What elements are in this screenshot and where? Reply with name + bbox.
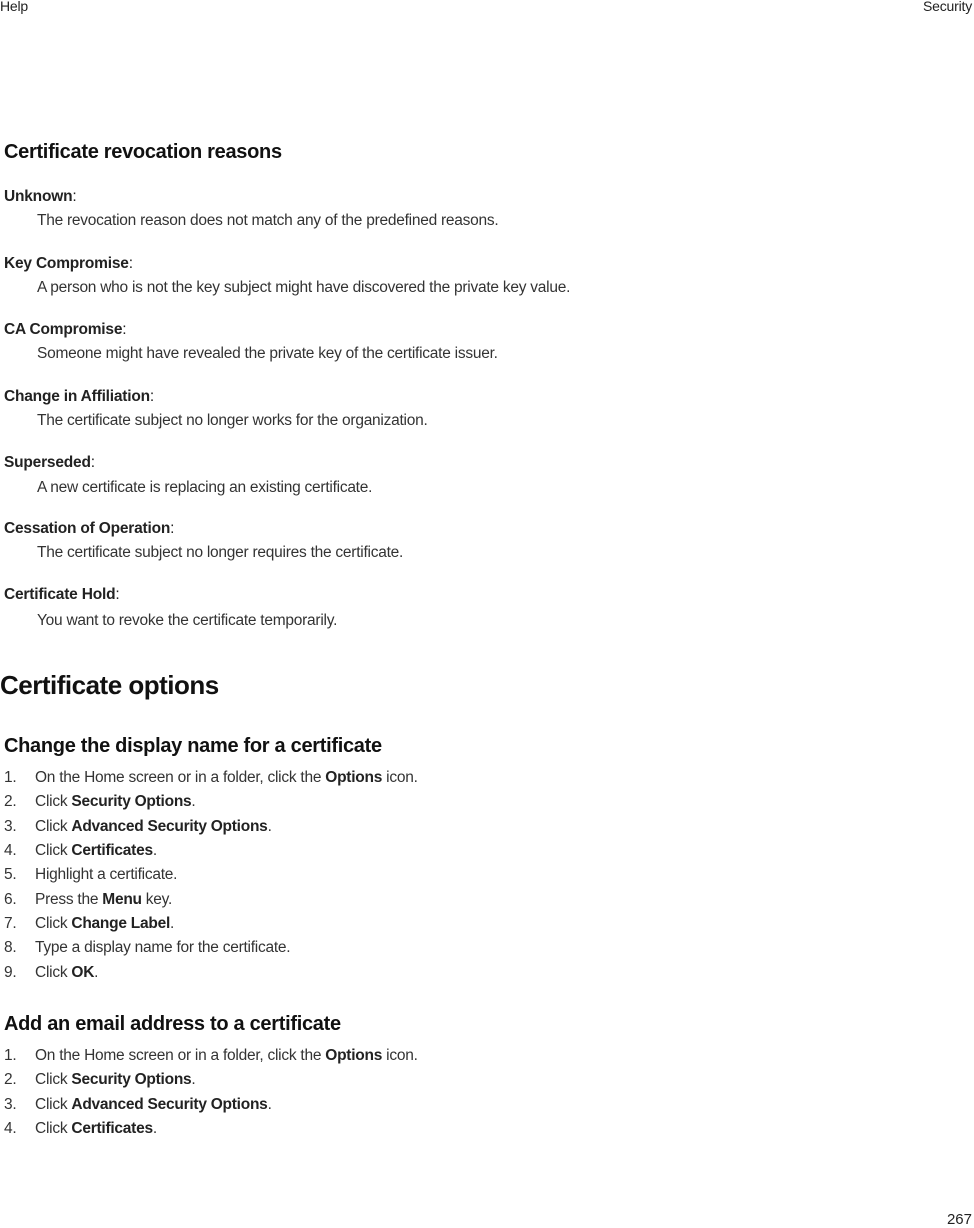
step-text: key. [141, 891, 173, 908]
step-number: 2. [4, 1071, 17, 1088]
step-item: 3. Click Advanced Security Options. [4, 818, 272, 836]
term-colon: : [72, 188, 77, 205]
step-number: 4. [4, 1120, 17, 1137]
term-colon: : [122, 321, 127, 338]
step-text: Click [35, 842, 72, 859]
step-ui-label: Change Label [71, 915, 171, 932]
page-number: 267 [946, 1211, 972, 1228]
change-display-name-heading: Change the display name for a certificat… [4, 735, 382, 757]
step-text: Click [35, 1096, 72, 1113]
term-change-in-affiliation: Change in Affiliation: [4, 388, 154, 406]
step-item: 2. Click Security Options. [4, 793, 196, 811]
step-item: 2. Click Security Options. [4, 1071, 196, 1089]
definition-ca-compromise: Someone might have revealed the private … [37, 345, 498, 362]
term-colon: : [170, 520, 175, 537]
step-ui-label: Security Options [71, 1071, 192, 1088]
step-item: 4. Click Certificates. [4, 842, 157, 860]
term-colon: : [90, 454, 95, 471]
term-unknown: Unknown: [4, 188, 77, 206]
definition-unknown: The revocation reason does not match any… [37, 212, 499, 229]
step-text: Press the [35, 891, 103, 908]
step-text: Click [35, 818, 72, 835]
definition-certificate-hold: You want to revoke the certificate tempo… [37, 612, 338, 629]
term-superseded: Superseded: [4, 454, 95, 472]
header-section-help: Help [0, 0, 28, 14]
step-number: 5. [4, 866, 17, 883]
step-item: 6. Press the Menu key. [4, 891, 172, 909]
step-ui-label: Advanced Security Options [71, 818, 268, 835]
term-key-compromise: Key Compromise: [4, 255, 133, 273]
step-item: 8. Type a display name for the certificat… [4, 939, 291, 957]
term-label: Superseded [4, 454, 91, 471]
step-text: . [170, 915, 175, 932]
step-number: 8. [4, 939, 17, 956]
step-text: Click [35, 1120, 72, 1137]
certificate-options-heading: Certificate options [0, 670, 219, 700]
step-item: 1. On the Home screen or in a folder, cli… [4, 1047, 418, 1065]
step-ui-label: Certificates [71, 1120, 153, 1137]
step-number: 2. [4, 793, 17, 810]
step-text: Type a display name for the certificate. [35, 939, 291, 956]
term-label: Certificate Hold [4, 586, 116, 603]
step-item: 9. Click OK. [4, 964, 98, 982]
term-colon: : [115, 586, 120, 603]
step-text: Click [35, 1071, 72, 1088]
step-ui-label: Certificates [71, 842, 153, 859]
definition-key-compromise: A person who is not the key subject migh… [37, 279, 571, 296]
term-colon: : [128, 255, 133, 272]
step-item: 7. Click Change Label. [4, 915, 174, 933]
term-label: CA Compromise [4, 321, 123, 338]
revocation-reasons-heading: Certificate revocation reasons [4, 141, 282, 163]
term-label: Change in Affiliation [4, 388, 150, 405]
step-ui-label: Security Options [71, 793, 192, 810]
step-number: 1. [4, 1047, 17, 1064]
step-text: . [191, 793, 196, 810]
definition-cessation-of-operation: The certificate subject no longer requir… [37, 544, 404, 561]
definition-superseded: A new certificate is replacing an existi… [37, 479, 373, 496]
step-item: 3. Click Advanced Security Options. [4, 1096, 272, 1114]
step-text: icon. [382, 769, 418, 786]
step-text: On the Home screen or in a folder, click… [35, 769, 326, 786]
step-number: 4. [4, 842, 17, 859]
step-text: icon. [382, 1047, 418, 1064]
step-item: 4. Click Certificates. [4, 1120, 157, 1138]
step-text: Click [35, 915, 72, 932]
step-number: 1. [4, 769, 17, 786]
step-text: . [152, 842, 157, 859]
definition-change-in-affiliation: The certificate subject no longer works … [37, 412, 428, 429]
step-ui-label: OK [71, 964, 95, 981]
step-text: On the Home screen or in a folder, click… [35, 1047, 326, 1064]
term-colon: : [149, 388, 155, 405]
term-label: Key Compromise [4, 255, 129, 272]
step-ui-label: Advanced Security Options [71, 1096, 268, 1113]
header-section-security: Security [923, 0, 972, 14]
step-item: 5. Highlight a certificate. [4, 866, 177, 884]
term-ca-compromise: CA Compromise: [4, 321, 127, 339]
step-text: . [267, 1096, 272, 1113]
step-text: Click [35, 793, 72, 810]
term-certificate-hold: Certificate Hold: [4, 586, 120, 604]
step-text: . [267, 818, 272, 835]
step-number: 9. [4, 964, 17, 981]
term-cessation-of-operation: Cessation of Operation: [4, 520, 174, 538]
term-label: Cessation of Operation [4, 520, 171, 537]
step-text: Click [35, 964, 72, 981]
step-text: . [94, 964, 99, 981]
add-email-address-heading: Add an email address to a certificate [4, 1013, 341, 1035]
step-ui-label: Options [325, 1047, 383, 1064]
step-item: 1. On the Home screen or in a folder, cli… [4, 769, 418, 787]
step-number: 7. [4, 915, 17, 932]
step-text: . [191, 1071, 196, 1088]
step-number: 3. [4, 1096, 17, 1113]
step-text: . [152, 1120, 157, 1137]
step-ui-label: Menu [102, 891, 142, 908]
step-number: 3. [4, 818, 17, 835]
term-label: Unknown [4, 188, 73, 205]
step-text: Highlight a certificate. [35, 866, 178, 883]
step-ui-label: Options [325, 769, 383, 786]
step-number: 6. [4, 891, 17, 908]
